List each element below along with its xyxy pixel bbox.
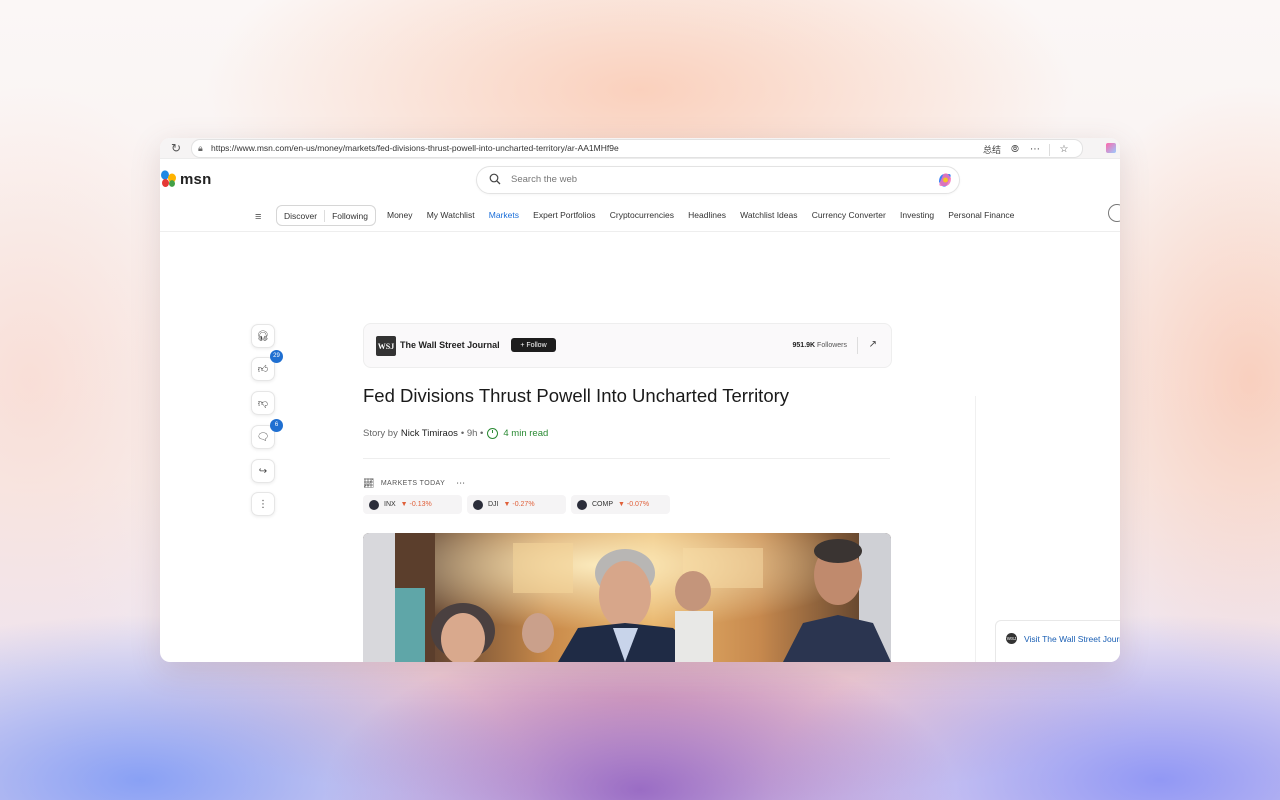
publisher-icon: WSJ <box>1006 633 1017 644</box>
address-bar: ↻ 🔒︎ https://www.msn.com/en-us/money/mar… <box>160 138 1120 159</box>
feed-toggle: Discover Following <box>276 205 376 226</box>
index-icon <box>473 499 483 510</box>
url-field[interactable]: 🔒︎ https://www.msn.com/en-us/money/marke… <box>191 139 1083 158</box>
category-nav: ≡ Discover Following Money My Watchlist … <box>160 202 1120 232</box>
divider <box>1049 143 1050 156</box>
msn-logo[interactable]: msn <box>160 170 211 188</box>
listen-button[interactable]: 🎧︎ <box>251 324 275 348</box>
divider <box>160 231 1120 232</box>
search-input[interactable]: Search the web <box>511 174 577 185</box>
reload-icon[interactable]: ↻ <box>169 141 183 155</box>
byline: Story by Nick Timiraos • 9h • 4 min read <box>363 428 548 439</box>
search-icon <box>489 173 501 185</box>
thumbs-up-icon: 👍︎ <box>257 364 269 375</box>
nav-item-headlines[interactable]: Headlines <box>688 210 726 220</box>
nav-item-cryptocurrencies[interactable]: Cryptocurrencies <box>610 210 674 220</box>
favorite-star-icon[interactable]: ☆ <box>1058 144 1070 156</box>
ticker-change: ▼ -0.13% <box>400 501 432 508</box>
more-vertical-icon: ⋮ <box>258 498 268 510</box>
markets-today-header: 📈︎ MARKETS TODAY ⋯ <box>363 478 465 489</box>
divider <box>857 337 858 354</box>
read-time: 4 min read <box>487 428 548 439</box>
article-photo[interactable] <box>363 533 891 662</box>
nav-item-investing[interactable]: Investing <box>900 210 934 220</box>
tab-following[interactable]: Following <box>325 211 375 221</box>
extension-icon[interactable] <box>1106 143 1116 153</box>
publisher-logo[interactable]: WSJ <box>376 336 396 356</box>
ticker-symbol: INX <box>384 501 396 508</box>
nav-item-markets[interactable]: Markets <box>489 210 519 220</box>
index-icon <box>577 499 587 510</box>
ticker-comp[interactable]: COMP ▼ -0.07% <box>571 495 670 514</box>
read-time-label: 4 min read <box>503 428 549 439</box>
copilot-icon[interactable] <box>936 171 954 189</box>
tab-discover[interactable]: Discover <box>277 211 324 221</box>
photo-image <box>363 533 891 662</box>
nav-item-money[interactable]: Money <box>387 210 413 220</box>
publisher-card: WSJ The Wall Street Journal + Follow 951… <box>363 323 892 368</box>
followers-count: 951.9K Followers <box>793 342 847 349</box>
open-external-icon[interactable]: ↗ <box>869 339 877 350</box>
markets-today-label: MARKETS TODAY <box>380 480 446 487</box>
logo-text: msn <box>180 170 212 188</box>
article-age: • 9h • <box>460 428 484 439</box>
follow-button[interactable]: + Follow <box>511 338 556 352</box>
ticker-symbol: COMP <box>592 501 613 508</box>
story-by-label: Story by <box>363 428 398 439</box>
more-horizontal-icon[interactable]: ⋯ <box>456 478 465 489</box>
followers-number: 951.9K <box>792 342 816 349</box>
ticker-symbol: DJI <box>488 501 499 508</box>
share-button[interactable]: ↪ <box>251 459 275 483</box>
nav-item-currency-converter[interactable]: Currency Converter <box>812 210 886 220</box>
site-info-icon[interactable]: 🔒︎ <box>198 143 203 154</box>
headphones-icon: 🎧︎ <box>256 330 270 342</box>
visit-publisher-card[interactable]: WSJ Visit The Wall Street Journ <box>995 620 1120 662</box>
dislike-button[interactable]: 👎︎ <box>251 391 275 415</box>
author-link[interactable]: Nick Timiraos <box>401 428 458 439</box>
clock-icon <box>487 428 499 439</box>
comment-count-badge: 6 <box>270 419 283 432</box>
article-title: Fed Divisions Thrust Powell Into Unchart… <box>363 385 790 406</box>
visit-publisher-link[interactable]: Visit The Wall Street Journ <box>1024 634 1120 644</box>
nav-item-personal-finance[interactable]: Personal Finance <box>948 210 1014 220</box>
followers-label: Followers <box>817 342 847 349</box>
ticker-dji[interactable]: DJI ▼ -0.27% <box>467 495 566 514</box>
more-icon[interactable]: ⋯ <box>1029 144 1041 156</box>
summarize-button[interactable]: 总结 <box>983 143 1001 156</box>
ticker-change: ▼ -0.27% <box>503 501 535 508</box>
thumbs-down-icon: 👎︎ <box>257 398 269 409</box>
ticker-change-value: -0.27% <box>512 501 535 508</box>
ticker-inx[interactable]: INX ▼ -0.13% <box>363 495 462 514</box>
chart-icon: 📈︎ <box>363 478 375 488</box>
nav-item-expert-portfolios[interactable]: Expert Portfolios <box>533 210 595 220</box>
url-text: https://www.msn.com/en-us/money/markets/… <box>211 143 619 153</box>
ticker-change-value: -0.07% <box>626 501 650 508</box>
address-bar-actions: 总结 ⦾ ⋯ ☆ <box>983 143 1070 156</box>
translate-icon[interactable]: ⦾ <box>1009 144 1021 156</box>
nav-item-watchlist-ideas[interactable]: Watchlist Ideas <box>740 210 797 220</box>
nav-items: Money My Watchlist Markets Expert Portfo… <box>387 210 1029 220</box>
nav-more-button[interactable] <box>1108 204 1120 222</box>
ticker-change-value: -0.13% <box>409 501 432 508</box>
search-bar[interactable]: Search the web <box>476 166 960 194</box>
nav-item-my-watchlist[interactable]: My Watchlist <box>427 210 475 220</box>
share-icon: ↪ <box>258 465 268 477</box>
browser-window: ↻ 🔒︎ https://www.msn.com/en-us/money/mar… <box>160 138 1120 662</box>
menu-icon[interactable]: ≡ <box>255 211 261 223</box>
publisher-name[interactable]: The Wall Street Journal <box>400 340 500 350</box>
comment-icon: 🗨︎ <box>256 431 270 443</box>
butterfly-icon <box>161 170 176 187</box>
divider <box>975 396 976 662</box>
more-options-button[interactable]: ⋮ <box>251 492 275 516</box>
like-count-badge: 29 <box>270 350 283 363</box>
index-icon <box>369 499 379 510</box>
ticker-change: ▼ -0.07% <box>618 501 650 508</box>
divider <box>363 458 890 459</box>
